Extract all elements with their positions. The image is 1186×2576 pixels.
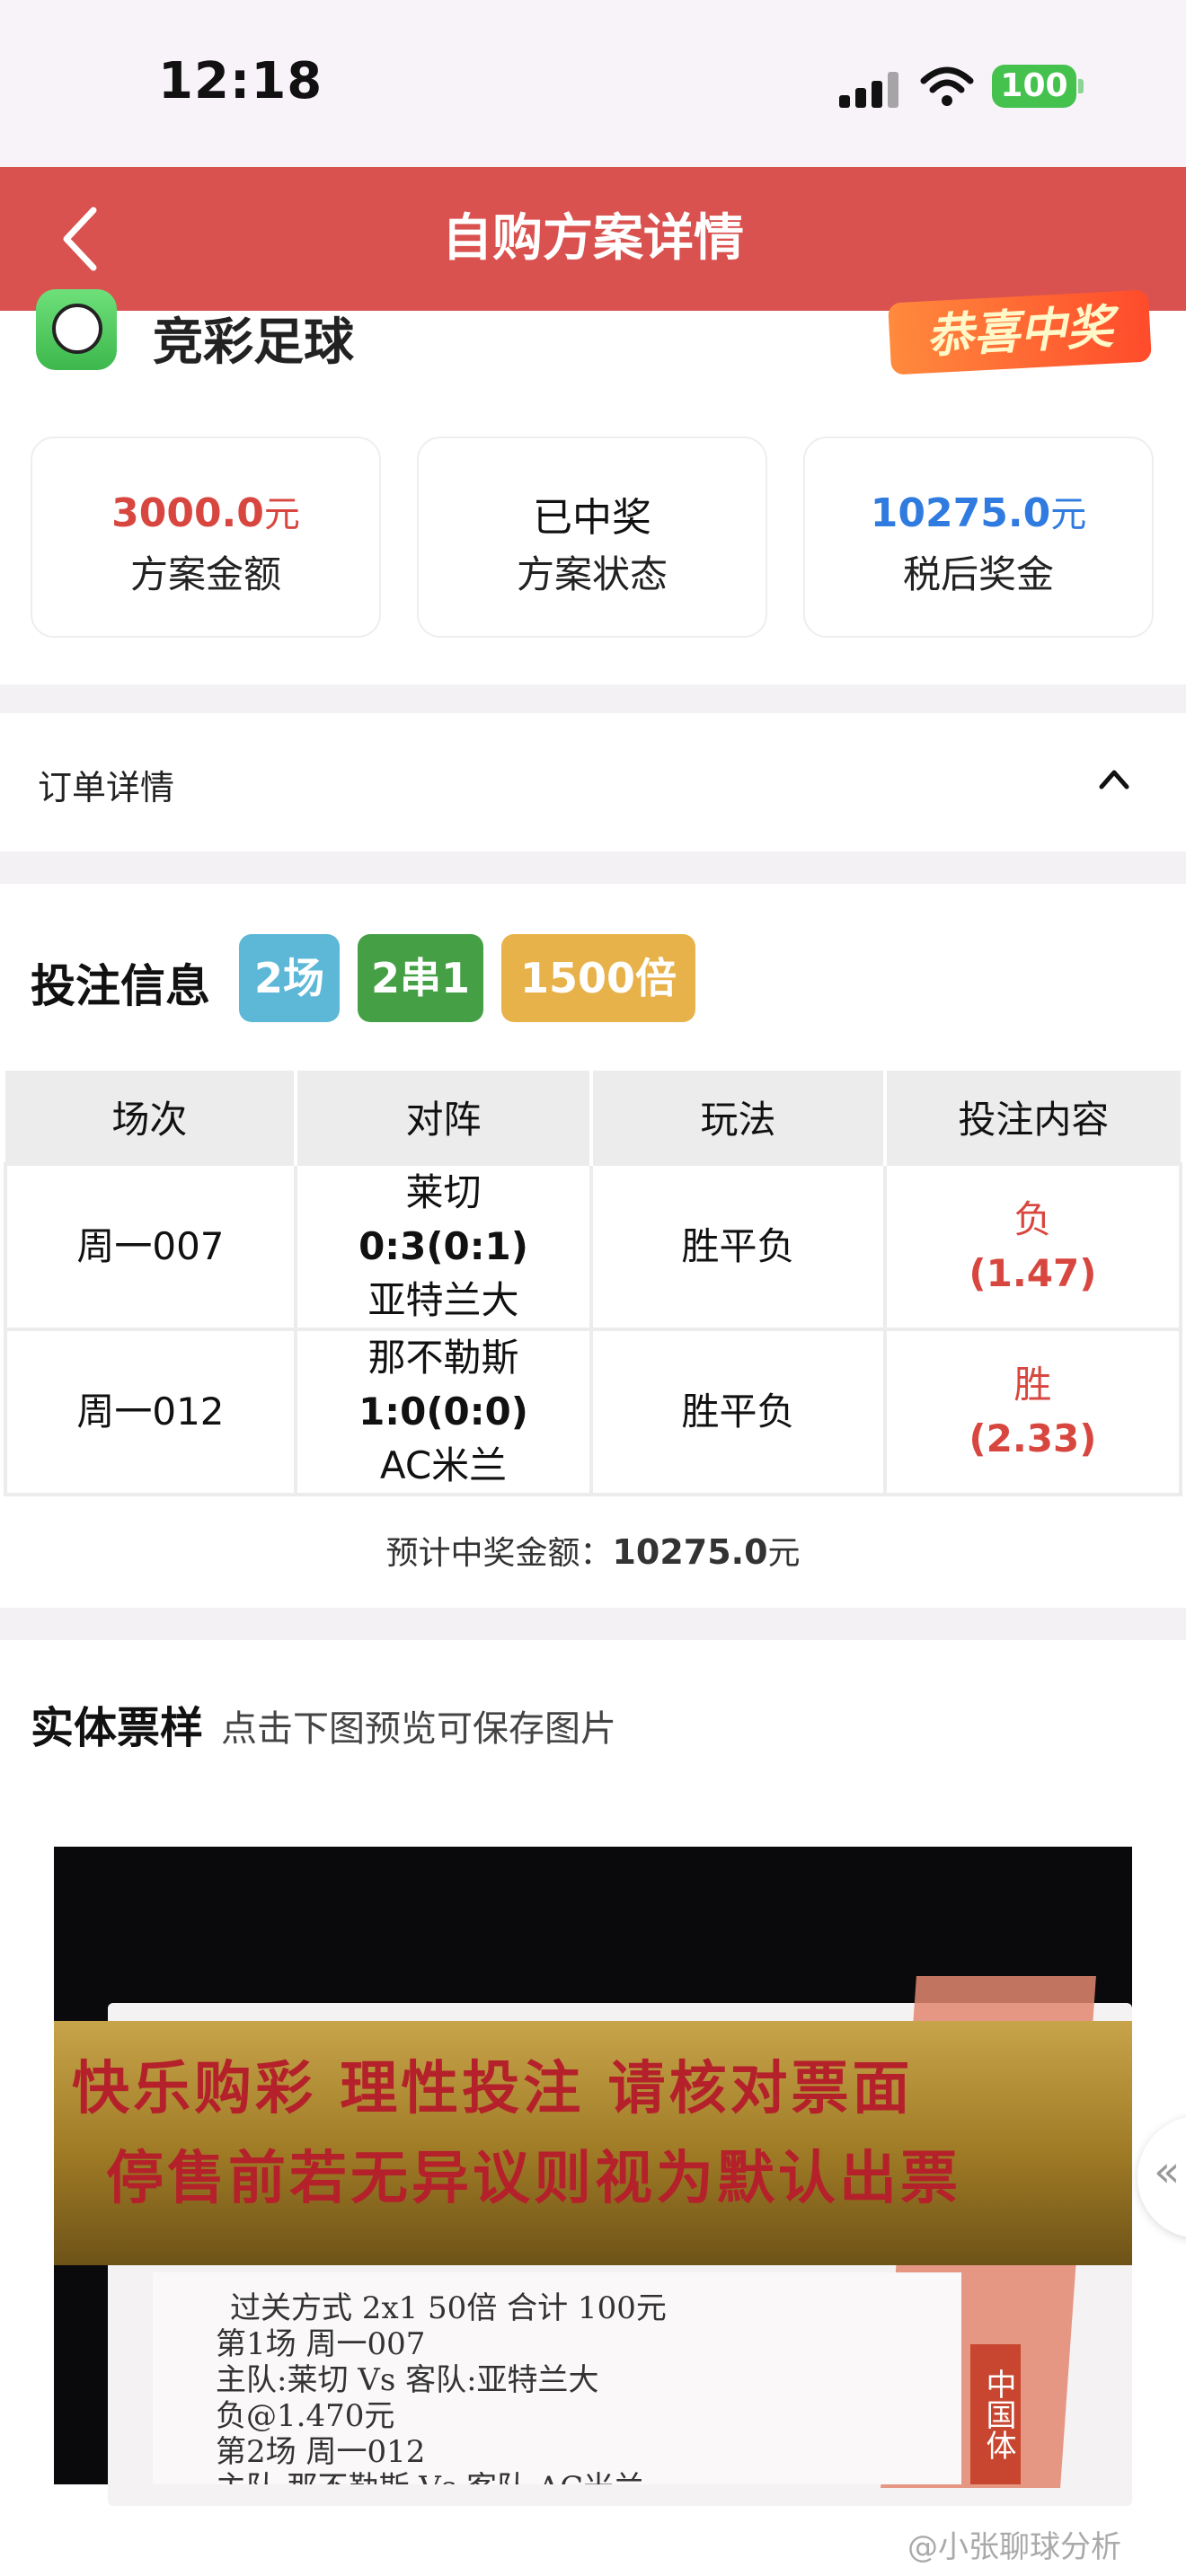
- col-match-no: 场次: [5, 1071, 297, 1164]
- chevron-up-icon[interactable]: [1096, 765, 1132, 792]
- status-time: 12:18: [158, 52, 323, 110]
- stat-prize-label: 税后奖金: [902, 552, 1054, 596]
- score: 0:3(0:1): [358, 1224, 528, 1268]
- away-team: 亚特兰大: [367, 1278, 519, 1322]
- fixture: 那不勒斯 1:0(0:0) AC米兰: [293, 1328, 594, 1496]
- slip-line: 主队:那不勒斯 Vs 客队:AC米兰: [216, 2463, 644, 2484]
- match-no: 周一012: [4, 1328, 297, 1496]
- expected-payout: 预计中奖金额：10275.0元: [0, 1527, 1186, 1574]
- page-title: 自购方案详情: [442, 209, 744, 268]
- col-fixture: 对阵: [295, 1071, 594, 1164]
- ticket-sample-title: 实体票样: [31, 1703, 204, 1753]
- stat-amount-value: 3000.0元: [111, 490, 300, 536]
- signal-icon: [839, 72, 902, 108]
- payout-unit: 元: [767, 1535, 801, 1572]
- stat-prize-value: 10275.0元: [870, 490, 1087, 536]
- payout-value: 10275.0: [612, 1532, 768, 1572]
- play-type: 胜平负: [589, 1328, 887, 1496]
- payout-label: 预计中奖金额：: [385, 1535, 613, 1572]
- play-type: 胜平负: [589, 1162, 887, 1331]
- pick: 胜 (2.33): [882, 1328, 1183, 1496]
- order-details-label: 订单详情: [38, 768, 175, 807]
- battery-tip: [1078, 79, 1084, 93]
- home-team: 莱切: [405, 1170, 482, 1214]
- watermark: @小张聊球分析: [907, 2529, 1121, 2565]
- home-team: 那不勒斯: [367, 1336, 519, 1380]
- table-row: 周一007 莱切 0:3(0:1) 亚特兰大 胜平负 负 (1.47): [4, 1162, 1183, 1331]
- tag-parlay: 2串1: [358, 934, 483, 1022]
- pick-odds: (2.33): [969, 1416, 1097, 1460]
- tag-matches: 2场: [239, 934, 340, 1022]
- pick: 负 (1.47): [882, 1162, 1183, 1331]
- pick-result: 负: [1013, 1197, 1052, 1241]
- score: 1:0(0:0): [358, 1389, 528, 1434]
- brass-text-line2: 停售前若无异议则视为默认出票: [106, 2145, 961, 2212]
- col-play: 玩法: [591, 1071, 887, 1164]
- ticket-sample-hint: 点击下图预览可保存图片: [221, 1708, 616, 1750]
- pick-odds: (1.47): [969, 1251, 1097, 1295]
- table-row: 周一012 那不勒斯 1:0(0:0) AC米兰 胜平负 胜 (2.33): [4, 1328, 1183, 1496]
- battery-indicator: 100: [992, 65, 1076, 108]
- football-icon: [52, 304, 102, 354]
- ticket-side-stamp: 中国体: [970, 2344, 1021, 2484]
- fixture: 莱切 0:3(0:1) 亚特兰大: [293, 1162, 594, 1331]
- double-chevron-left-icon: «: [1154, 2147, 1181, 2197]
- col-pick: 投注内容: [884, 1071, 1181, 1164]
- wifi-icon: [920, 66, 974, 106]
- tag-multiplier: 1500倍: [501, 934, 695, 1022]
- brass-text-line1: 快乐购彩 理性投注 请核对票面: [72, 2055, 914, 2122]
- winning-badge: 恭喜中奖: [888, 289, 1152, 375]
- table-header-row: 场次 对阵 玩法 投注内容: [5, 1071, 1181, 1164]
- bet-table: 场次 对阵 玩法 投注内容 周一007 莱切 0:3(0:1) 亚特兰大 胜平负…: [4, 1071, 1183, 1496]
- stat-status-value: 已中奖: [533, 495, 651, 541]
- match-no: 周一007: [4, 1162, 297, 1331]
- stat-amount-label: 方案金额: [129, 552, 281, 596]
- lottery-name: 竞彩足球: [153, 313, 354, 372]
- back-arrow-icon[interactable]: [54, 203, 108, 275]
- stat-prize: 10275.0元 税后奖金: [803, 437, 1154, 638]
- stat-status-label: 方案状态: [516, 552, 668, 596]
- stat-status: 已中奖 方案状态: [417, 437, 767, 638]
- stat-amount: 3000.0元 方案金额: [31, 437, 381, 638]
- away-team: AC米兰: [379, 1443, 508, 1487]
- order-details-header[interactable]: [0, 713, 1186, 851]
- pick-result: 胜: [1013, 1363, 1052, 1407]
- bet-info-title: 投注信息: [31, 960, 210, 1012]
